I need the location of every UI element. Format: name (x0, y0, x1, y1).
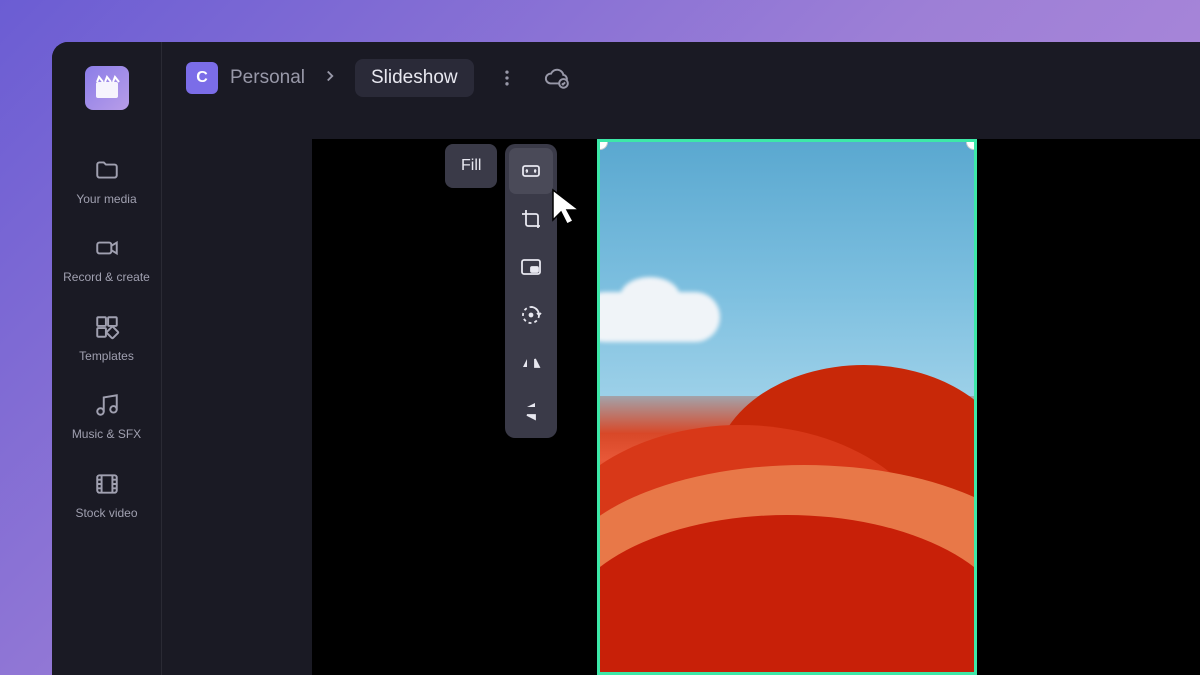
flip-horizontal-button[interactable] (509, 340, 553, 386)
selected-media-clip[interactable] (597, 139, 977, 675)
sidebar-item-label: Templates (79, 349, 134, 363)
media-image-cloud (597, 292, 720, 342)
music-icon (93, 391, 121, 419)
header: C Personal Slideshow (162, 42, 1200, 114)
workspace-name[interactable]: Personal (230, 67, 305, 89)
sidebar-item-label: Music & SFX (72, 427, 141, 441)
workspace-badge[interactable]: C (186, 62, 218, 94)
main-area: C Personal Slideshow (162, 42, 1200, 675)
video-icon (93, 234, 121, 262)
sidebar-item-music-sfx[interactable]: Music & SFX (52, 377, 161, 455)
sidebar-item-label: Stock video (75, 506, 137, 520)
sidebar-item-label: Your media (76, 192, 136, 206)
sidebar-item-label: Record & create (63, 270, 150, 284)
fill-button[interactable]: Fill (445, 144, 497, 188)
sidebar-item-your-media[interactable]: Your media (52, 142, 161, 220)
app-window: Your media Record & create Templates (52, 42, 1200, 675)
floating-toolbar: Fill (445, 144, 557, 438)
more-options-button[interactable] (490, 61, 524, 95)
sidebar-item-templates[interactable]: Templates (52, 299, 161, 377)
templates-icon (93, 313, 121, 341)
fit-button[interactable] (509, 148, 553, 194)
folder-icon (93, 156, 121, 184)
cloud-sync-icon[interactable] (540, 61, 574, 95)
sidebar-item-stock-video[interactable]: Stock video (52, 456, 161, 534)
app-logo-icon[interactable] (85, 66, 129, 110)
media-image-hills (600, 365, 974, 672)
project-name[interactable]: Slideshow (355, 59, 474, 97)
workspace-badge-letter: C (196, 69, 208, 87)
chevron-right-icon (321, 67, 339, 90)
rotate-button[interactable] (509, 292, 553, 338)
pip-button[interactable] (509, 244, 553, 290)
film-icon (93, 470, 121, 498)
canvas-area[interactable]: Fill (162, 114, 1200, 675)
tool-column (505, 144, 557, 438)
crop-button[interactable] (509, 196, 553, 242)
fill-button-label: Fill (461, 157, 481, 175)
media-image-sky (600, 142, 974, 396)
flip-vertical-button[interactable] (509, 388, 553, 434)
sidebar: Your media Record & create Templates (52, 42, 162, 675)
sidebar-item-record-create[interactable]: Record & create (52, 220, 161, 298)
